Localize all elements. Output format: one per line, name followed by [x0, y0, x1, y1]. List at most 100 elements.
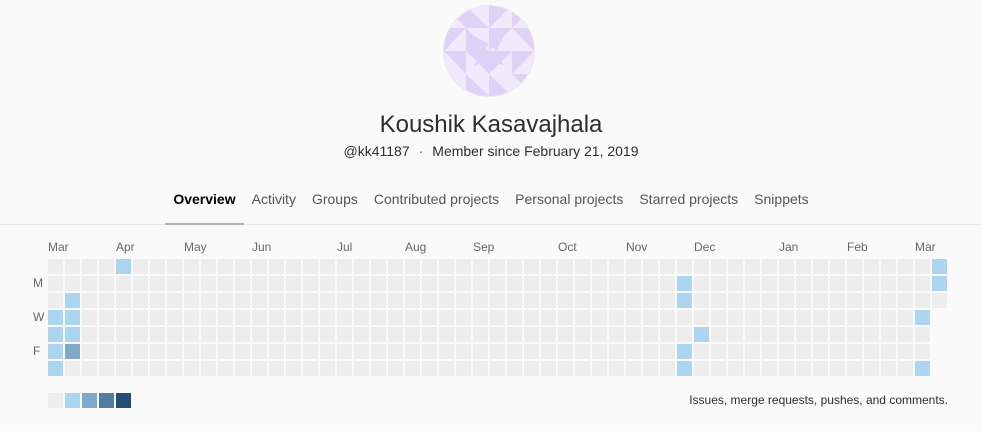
tab-overview[interactable]: Overview: [165, 178, 244, 225]
calendar-day-cell[interactable]: [541, 361, 556, 376]
calendar-day-cell[interactable]: [660, 276, 675, 291]
calendar-day-cell[interactable]: [48, 276, 63, 291]
calendar-day-cell[interactable]: [286, 310, 301, 325]
calendar-day-cell[interactable]: [558, 259, 573, 274]
calendar-day-cell[interactable]: [473, 293, 488, 308]
calendar-day-cell[interactable]: [779, 344, 794, 359]
calendar-day-cell[interactable]: [65, 361, 80, 376]
calendar-day-cell[interactable]: [371, 310, 386, 325]
calendar-day-cell[interactable]: [932, 276, 947, 291]
calendar-day-cell[interactable]: [116, 310, 131, 325]
calendar-day-cell[interactable]: [439, 310, 454, 325]
calendar-day-cell[interactable]: [218, 293, 233, 308]
calendar-day-cell[interactable]: [371, 327, 386, 342]
calendar-day-cell[interactable]: [898, 293, 913, 308]
calendar-day-cell[interactable]: [133, 361, 148, 376]
calendar-day-cell[interactable]: [405, 293, 420, 308]
calendar-day-cell[interactable]: [422, 344, 437, 359]
calendar-day-cell[interactable]: [541, 327, 556, 342]
calendar-day-cell[interactable]: [575, 310, 590, 325]
calendar-day-cell[interactable]: [592, 293, 607, 308]
calendar-day-cell[interactable]: [320, 361, 335, 376]
calendar-day-cell[interactable]: [456, 327, 471, 342]
calendar-day-cell[interactable]: [354, 361, 369, 376]
calendar-day-cell[interactable]: [286, 259, 301, 274]
calendar-day-cell[interactable]: [847, 276, 862, 291]
calendar-day-cell[interactable]: [575, 276, 590, 291]
calendar-day-cell[interactable]: [898, 344, 913, 359]
calendar-day-cell[interactable]: [830, 327, 845, 342]
calendar-day-cell[interactable]: [337, 327, 352, 342]
calendar-day-cell[interactable]: [796, 361, 811, 376]
calendar-day-cell[interactable]: [116, 276, 131, 291]
calendar-day-cell[interactable]: [65, 293, 80, 308]
calendar-day-cell[interactable]: [201, 361, 216, 376]
calendar-day-cell[interactable]: [762, 361, 777, 376]
calendar-day-cell[interactable]: [830, 361, 845, 376]
calendar-day-cell[interactable]: [65, 259, 80, 274]
calendar-day-cell[interactable]: [524, 344, 539, 359]
calendar-day-cell[interactable]: [643, 259, 658, 274]
calendar-day-cell[interactable]: [473, 361, 488, 376]
calendar-day-cell[interactable]: [524, 259, 539, 274]
calendar-day-cell[interactable]: [82, 276, 97, 291]
calendar-day-cell[interactable]: [286, 293, 301, 308]
calendar-day-cell[interactable]: [439, 361, 454, 376]
calendar-day-cell[interactable]: [201, 310, 216, 325]
calendar-day-cell[interactable]: [728, 327, 743, 342]
calendar-day-cell[interactable]: [711, 259, 726, 274]
calendar-day-cell[interactable]: [218, 276, 233, 291]
calendar-day-cell[interactable]: [541, 293, 556, 308]
calendar-day-cell[interactable]: [507, 310, 522, 325]
calendar-day-cell[interactable]: [354, 276, 369, 291]
calendar-day-cell[interactable]: [133, 327, 148, 342]
calendar-day-cell[interactable]: [167, 293, 182, 308]
calendar-day-cell[interactable]: [303, 361, 318, 376]
calendar-day-cell[interactable]: [354, 327, 369, 342]
calendar-day-cell[interactable]: [847, 259, 862, 274]
calendar-day-cell[interactable]: [745, 327, 760, 342]
calendar-day-cell[interactable]: [677, 293, 692, 308]
calendar-day-cell[interactable]: [252, 327, 267, 342]
calendar-day-cell[interactable]: [422, 327, 437, 342]
calendar-day-cell[interactable]: [592, 276, 607, 291]
calendar-day-cell[interactable]: [626, 361, 641, 376]
calendar-day-cell[interactable]: [252, 361, 267, 376]
calendar-day-cell[interactable]: [473, 344, 488, 359]
calendar-day-cell[interactable]: [422, 361, 437, 376]
calendar-day-cell[interactable]: [133, 259, 148, 274]
calendar-day-cell[interactable]: [762, 276, 777, 291]
calendar-day-cell[interactable]: [558, 327, 573, 342]
calendar-day-cell[interactable]: [779, 276, 794, 291]
calendar-day-cell[interactable]: [167, 310, 182, 325]
calendar-day-cell[interactable]: [728, 310, 743, 325]
calendar-day-cell[interactable]: [150, 276, 165, 291]
calendar-day-cell[interactable]: [388, 259, 403, 274]
calendar-day-cell[interactable]: [235, 293, 250, 308]
calendar-day-cell[interactable]: [507, 327, 522, 342]
calendar-day-cell[interactable]: [694, 327, 709, 342]
calendar-day-cell[interactable]: [847, 327, 862, 342]
calendar-day-cell[interactable]: [473, 276, 488, 291]
calendar-day-cell[interactable]: [235, 276, 250, 291]
tab-contributed-projects[interactable]: Contributed projects: [366, 178, 507, 224]
calendar-day-cell[interactable]: [235, 310, 250, 325]
calendar-day-cell[interactable]: [745, 259, 760, 274]
calendar-day-cell[interactable]: [320, 344, 335, 359]
calendar-day-cell[interactable]: [388, 293, 403, 308]
calendar-day-cell[interactable]: [728, 293, 743, 308]
calendar-day-cell[interactable]: [269, 276, 284, 291]
tab-groups[interactable]: Groups: [304, 178, 366, 224]
calendar-day-cell[interactable]: [558, 310, 573, 325]
calendar-day-cell[interactable]: [405, 259, 420, 274]
calendar-day-cell[interactable]: [252, 310, 267, 325]
calendar-day-cell[interactable]: [711, 361, 726, 376]
calendar-day-cell[interactable]: [303, 310, 318, 325]
calendar-day-cell[interactable]: [184, 259, 199, 274]
calendar-day-cell[interactable]: [490, 259, 505, 274]
calendar-day-cell[interactable]: [252, 259, 267, 274]
calendar-day-cell[interactable]: [167, 344, 182, 359]
calendar-day-cell[interactable]: [694, 344, 709, 359]
calendar-day-cell[interactable]: [82, 293, 97, 308]
calendar-day-cell[interactable]: [48, 327, 63, 342]
